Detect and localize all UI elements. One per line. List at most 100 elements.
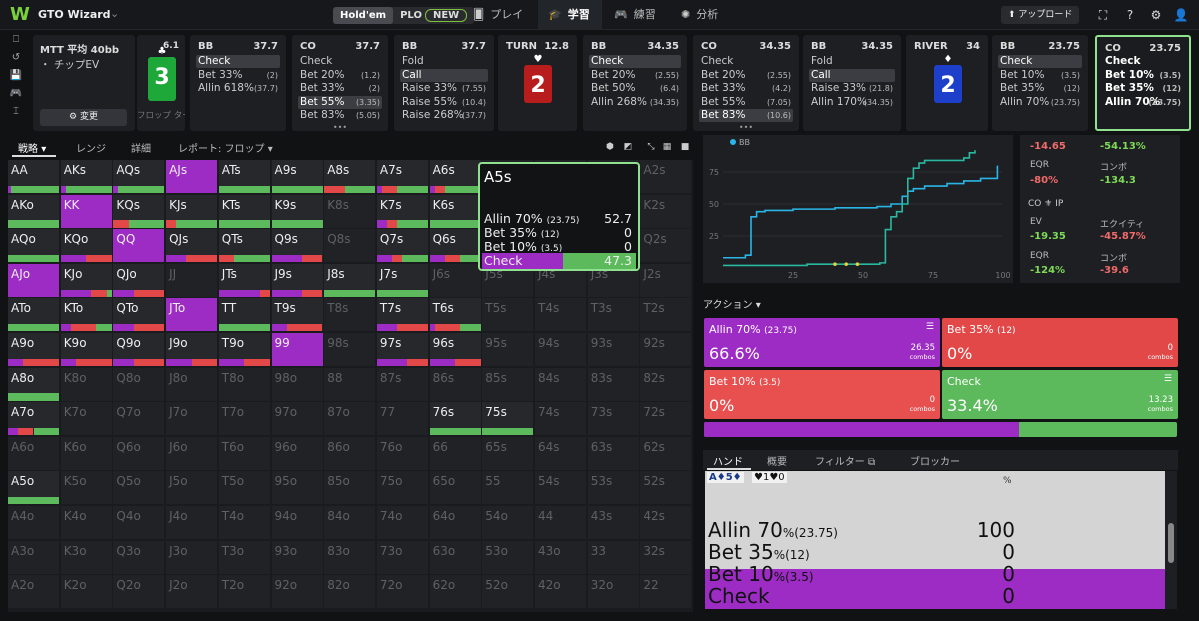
hand-cell[interactable]: A7o (8, 402, 59, 436)
more-icon[interactable]: ••• (292, 123, 388, 132)
hand-cell[interactable]: 53o (482, 540, 534, 574)
hand-cell[interactable]: A2s (640, 160, 692, 193)
hand-cell[interactable]: KJs (166, 194, 218, 228)
hand-cell[interactable]: J7s (376, 263, 428, 297)
street-card-bb[interactable]: BB 23.75 Check Bet 10% (3.5) Bet 35% (12) Allin… (992, 35, 1088, 131)
hand-cell[interactable]: Q6s (429, 229, 481, 263)
hand-cell[interactable]: A2o (8, 575, 59, 609)
hand-cell[interactable]: 73o (376, 540, 428, 574)
hand-cell[interactable]: K8o (60, 367, 112, 401)
hand-cell[interactable]: 75s (482, 402, 534, 436)
hand-cell[interactable]: T3s (587, 298, 639, 332)
turn-card[interactable]: TURN 12.8 ♥ 2 (498, 35, 577, 131)
hand-cell[interactable]: 54s (535, 471, 586, 505)
action-option[interactable]: Bet 33% (2) (298, 82, 382, 95)
tab-blocker[interactable]: ブロッカー (910, 453, 960, 468)
hand-cell[interactable]: 33 (587, 540, 639, 574)
hand-cell[interactable]: AJs (166, 160, 218, 193)
action-option[interactable]: Bet 83% (10.6) (699, 109, 793, 122)
hand-cell[interactable]: 53s (587, 471, 639, 505)
hand-cell[interactable]: TT (218, 298, 270, 332)
hand-cell[interactable]: 43o (535, 540, 586, 574)
hand-cell[interactable]: 76s (429, 402, 481, 436)
brand-name[interactable]: GTO Wizard (38, 8, 111, 21)
action-option[interactable]: Bet 33% (2) (196, 69, 280, 82)
hand-cell[interactable]: A4o (8, 506, 59, 539)
hand-cell[interactable]: 84s (535, 367, 586, 401)
tab-report[interactable]: レポート: フロップ ▾ (178, 140, 273, 155)
action-option[interactable]: Fold (809, 55, 895, 68)
hand-cell[interactable]: A3o (8, 540, 59, 574)
hand-cell[interactable]: 86o (324, 436, 376, 470)
change-button[interactable]: ⚙ 変更 (40, 109, 127, 126)
action-option[interactable]: Raise 33% (7.55) (400, 82, 488, 95)
action-option[interactable]: Check (699, 55, 793, 68)
hand-cell[interactable]: J5o (166, 471, 218, 505)
action-option[interactable]: Allin 170% (34.35) (809, 96, 895, 109)
hand-cell[interactable]: K5o (60, 471, 112, 505)
hand-cell[interactable]: Q5o (113, 471, 165, 505)
action-option[interactable]: Check (196, 55, 280, 68)
hand-cell[interactable]: K3o (60, 540, 112, 574)
action-option[interactable]: Bet 20% (2.55) (699, 69, 793, 82)
nav-learn[interactable]: 🎓 学習 (538, 0, 602, 30)
hand-cell[interactable]: KQo (60, 229, 112, 263)
action-box-allin-70-[interactable]: Allin 70% (23.75) 66.6% 26.35 combos ☰ (704, 318, 940, 367)
action-option[interactable]: Fold (400, 55, 488, 68)
help-icon[interactable]: ? (1122, 7, 1138, 23)
hand-cell[interactable]: 66 (429, 436, 481, 470)
hand-cell[interactable]: A6s (429, 160, 481, 193)
chevron-down-icon[interactable]: ⌄ (110, 7, 119, 20)
action-option[interactable]: Bet 83% (5.05) (298, 109, 382, 122)
hand-cell[interactable]: AA (8, 160, 59, 193)
action-option[interactable]: Allin 268% (34.35) (589, 96, 681, 109)
bookmark-icon[interactable]: ⎕ (0, 31, 32, 49)
hand-cell[interactable]: Q7s (376, 229, 428, 263)
hand-cell[interactable]: 96o (271, 436, 323, 470)
holdem-toggle[interactable]: Hold'em (333, 7, 394, 24)
hand-cell[interactable]: 85o (324, 471, 376, 505)
contrast-icon[interactable]: ◩ (622, 141, 634, 153)
hand-cell[interactable]: T7o (218, 402, 270, 436)
hand-cell[interactable]: K8s (324, 194, 376, 228)
action-option[interactable]: Bet 55% (7.05) (699, 96, 793, 109)
hand-cell[interactable]: KQs (113, 194, 165, 228)
hand-cell[interactable]: 88 (324, 367, 376, 401)
hand-cell[interactable]: K9o (60, 333, 112, 366)
hand-cell[interactable]: 86s (429, 367, 481, 401)
hand-cell[interactable]: A9s (271, 160, 323, 193)
hand-cell[interactable]: 63s (587, 436, 639, 470)
hand-cell[interactable]: K2s (640, 194, 692, 228)
hand-cell[interactable]: T5o (218, 471, 270, 505)
hand-cell[interactable]: 62o (429, 575, 481, 609)
hand-cell[interactable]: 32s (640, 540, 692, 574)
hand-cell[interactable]: 95s (482, 333, 534, 366)
action-option[interactable]: Raise 268% (37.7) (400, 109, 488, 122)
action-option[interactable]: Bet 55% (3.35) (298, 95, 382, 109)
hand-cell[interactable]: T2o (218, 575, 270, 609)
hand-cell[interactable]: KTo (60, 298, 112, 332)
hand-cell[interactable]: J6o (166, 436, 218, 470)
tab-range[interactable]: レンジ (76, 140, 106, 155)
hand-cell[interactable]: J3o (166, 540, 218, 574)
hand-cell[interactable]: 72o (376, 575, 428, 609)
hand-cell[interactable]: AKo (8, 194, 59, 228)
hand-cell[interactable]: 99 (271, 333, 323, 366)
hand-cell[interactable]: 87s (376, 367, 428, 401)
hand-cell[interactable]: 98o (271, 367, 323, 401)
nav-practice[interactable]: 🎮 練習 (614, 0, 674, 30)
hand-cell[interactable]: T9s (271, 298, 323, 332)
action-box-bet-10-[interactable]: Bet 10% (3.5) 0% 0 combos (704, 370, 940, 419)
save-icon[interactable]: 💾 (0, 67, 32, 85)
hand-cell[interactable]: 72s (640, 402, 692, 436)
hand-cell[interactable]: A6o (8, 436, 59, 470)
action-option[interactable]: Bet 10% (3.5) (998, 69, 1082, 82)
hand-cell[interactable]: J2o (166, 575, 218, 609)
hand-cell[interactable]: 93o (271, 540, 323, 574)
street-card-co[interactable]: CO 37.7 Check Bet 20% (1.2) Bet 33% (2) Bet 55%… (292, 35, 388, 132)
action-option[interactable]: Bet 20% (2.55) (589, 69, 681, 82)
hand-cell[interactable]: A5o (8, 471, 59, 505)
hand-cell[interactable]: KJo (60, 263, 112, 297)
grid-icon[interactable]: ▦ (661, 141, 673, 153)
hand-cell[interactable]: 74o (376, 506, 428, 539)
